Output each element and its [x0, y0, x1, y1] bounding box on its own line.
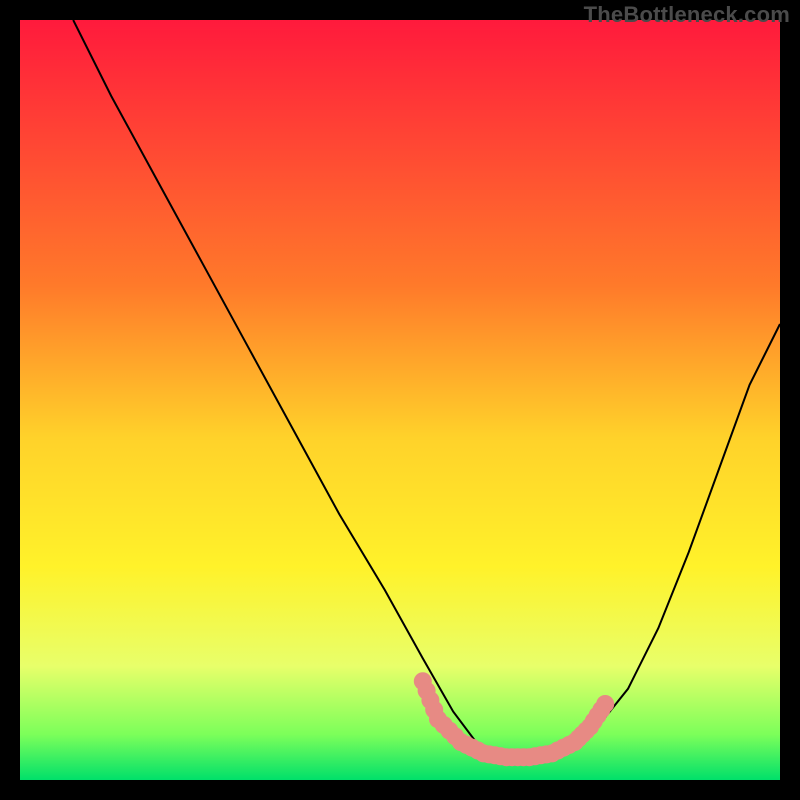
chart-background — [20, 20, 780, 780]
highlight-dot — [596, 695, 614, 713]
bottleneck-chart — [20, 20, 780, 780]
chart-frame — [20, 20, 780, 780]
watermark-text: TheBottleneck.com — [584, 2, 790, 28]
